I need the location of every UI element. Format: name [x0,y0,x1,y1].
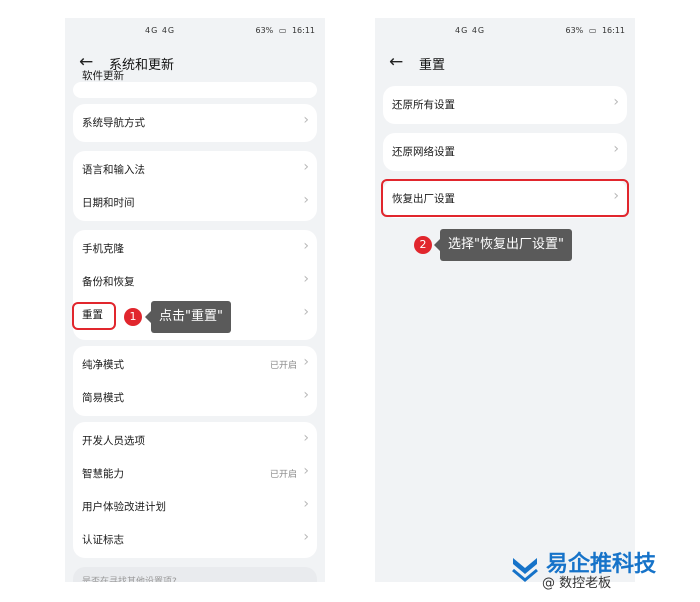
battery-icon: ▭ [278,26,287,35]
step-badge-2: 2 [414,236,432,254]
settings-item-smart-ability[interactable]: 智慧能力 已开启 › [73,458,317,490]
settings-screen-system: 4G 4G 63% ▭ 16:11 ← 系统和更新 软件更新 系统导航方式 › … [65,18,325,582]
clock: 16:11 [291,26,315,35]
settings-item-language[interactable]: 语言和输入法 › [73,154,317,186]
settings-item-certification[interactable]: 认证标志 › [73,524,317,556]
suggestion-text: 是否在寻找其他设置项? [82,577,177,582]
status-value: 已开启 [269,361,297,371]
settings-card: 还原所有设置 › [383,86,627,124]
settings-item-phone-clone[interactable]: 手机克隆 › [73,233,317,265]
chevron-right-icon: › [613,94,619,110]
settings-card: 语言和输入法 › 日期和时间 › [73,151,317,221]
suggestion-card[interactable]: 是否在寻找其他设置项? [73,567,317,582]
chevron-right-icon: › [303,354,309,370]
settings-item-restore-all[interactable]: 还原所有设置 › [383,89,627,121]
status-value: 已开启 [269,470,297,480]
chevron-right-icon: › [303,192,309,208]
settings-item-backup[interactable]: 备份和恢复 › [73,266,317,298]
step-tooltip-2: 选择"恢复出厂设置" [434,229,572,261]
watermark: 易企推科技 @ 数控老板 [510,552,690,592]
settings-screen-reset: 4G 4G 63% ▭ 16:11 ← 重置 还原所有设置 › 还原网络设置 ›… [375,18,635,582]
title-bar: ← 重置 [375,50,635,76]
battery-icon: ▭ [588,26,597,35]
status-bar: 4G 4G 63% ▭ 16:11 [65,26,325,40]
clock: 16:11 [601,26,625,35]
chevron-right-icon: › [303,387,309,403]
highlight-factory-reset [381,179,629,217]
chevron-right-icon: › [303,304,309,320]
settings-item-developer[interactable]: 开发人员选项 › [73,425,317,457]
back-arrow-icon[interactable]: ← [389,52,403,72]
battery-percent: 63% [255,26,274,35]
watermark-author: @ 数控老板 [542,576,612,591]
signal-indicator: 4G 4G [455,26,486,35]
settings-card: 开发人员选项 › 智慧能力 已开启 › 用户体验改进计划 › 认证标志 › [73,422,317,558]
chevron-right-icon: › [303,529,309,545]
settings-card: 系统导航方式 › [73,104,317,142]
settings-item-pure-mode[interactable]: 纯净模式 已开启 › [73,349,317,381]
chevron-right-icon: › [303,112,309,128]
settings-item-restore-network[interactable]: 还原网络设置 › [383,136,627,168]
battery-percent: 63% [565,26,584,35]
chevron-right-icon: › [303,463,309,479]
settings-item-software-update[interactable]: 软件更新 [73,60,317,92]
step-tooltip-1: 点击"重置" [145,301,231,333]
settings-card: 还原网络设置 › [383,133,627,171]
brand-logo-icon [512,558,538,582]
chevron-right-icon: › [303,271,309,287]
settings-card: 软件更新 [73,70,317,98]
signal-indicator: 4G 4G [145,26,176,35]
chevron-right-icon: › [303,238,309,254]
highlight-reset [72,302,116,330]
status-bar: 4G 4G 63% ▭ 16:11 [375,26,635,40]
settings-item-date-time[interactable]: 日期和时间 › [73,187,317,219]
settings-card: 纯净模式 已开启 › 简易模式 › [73,346,317,416]
settings-item-user-experience[interactable]: 用户体验改进计划 › [73,491,317,523]
settings-item-simple-mode[interactable]: 简易模式 › [73,382,317,414]
step-badge-1: 1 [124,308,142,326]
chevron-right-icon: › [303,430,309,446]
chevron-right-icon: › [613,141,619,157]
chevron-right-icon: › [303,496,309,512]
chevron-right-icon: › [303,159,309,175]
page-title: 重置 [419,58,446,73]
settings-item-navigation[interactable]: 系统导航方式 › [73,107,317,139]
